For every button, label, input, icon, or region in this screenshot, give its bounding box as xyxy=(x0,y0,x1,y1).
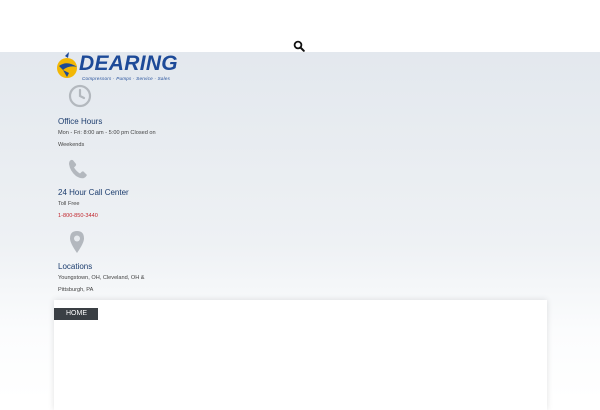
phone-number-link[interactable]: 1-800-850-3440 xyxy=(58,211,168,223)
top-header-bar xyxy=(0,0,600,52)
call-center-title: 24 Hour Call Center xyxy=(58,188,129,197)
magnifier-icon xyxy=(293,40,305,52)
locations-text: Youngstown, OH, Cleveland, OH & Pittsbur… xyxy=(58,275,145,293)
office-hours-title: Office Hours xyxy=(58,117,103,126)
home-nav-tab[interactable]: HOME xyxy=(54,308,98,320)
main-content-card: HOME xyxy=(54,300,547,410)
dearing-logo[interactable]: DEARING Compressors · Pumps · Service · … xyxy=(55,52,178,84)
map-pin-icon xyxy=(70,231,84,253)
logo-emblem-icon xyxy=(57,52,77,78)
clock-icon xyxy=(68,84,92,108)
toll-free-label: Toll Free xyxy=(58,201,80,207)
office-hours-text: Mon - Fri: 8:00 am - 5:00 pm Closed on W… xyxy=(58,130,156,148)
phone-icon xyxy=(69,159,87,179)
logo-wordmark: DEARING xyxy=(79,52,178,75)
search-button[interactable] xyxy=(293,40,305,52)
locations-title: Locations xyxy=(58,262,93,271)
logo-tagline: Compressors · Pumps · Service · Sales xyxy=(82,76,171,81)
